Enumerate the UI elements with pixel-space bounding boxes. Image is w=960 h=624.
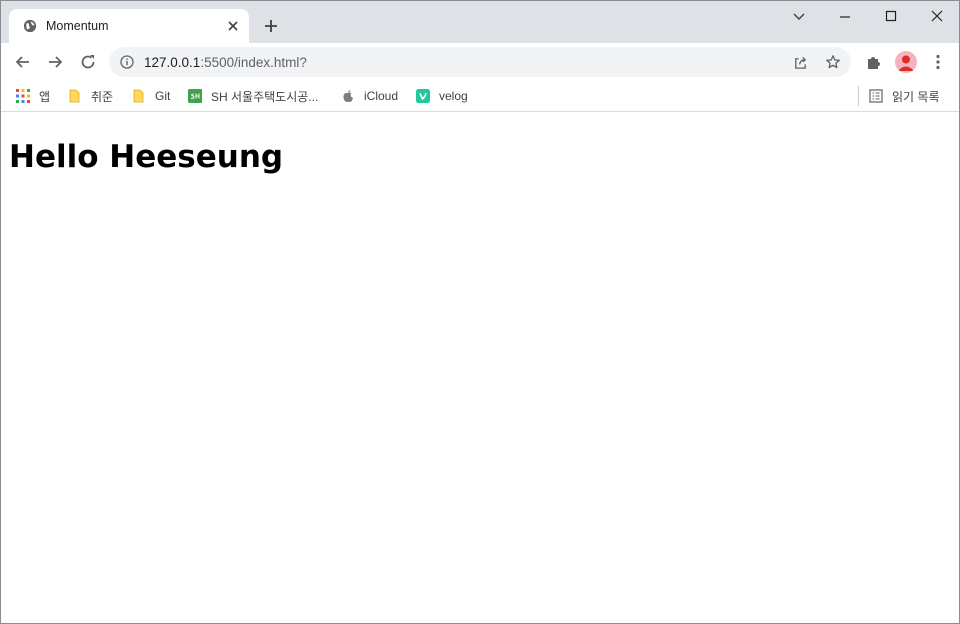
profile-avatar[interactable] — [895, 51, 917, 73]
sh-logo-icon — [188, 89, 202, 103]
page-viewport: Hello Heeseung — [1, 113, 959, 623]
bookmark-label: velog — [439, 89, 468, 103]
tab-momentum[interactable]: Momentum — [9, 9, 249, 43]
browser-window: Momentum 127.0.0.1:5500/index.html? 앱 취준… — [0, 0, 960, 624]
share-icon[interactable] — [793, 55, 808, 70]
globe-icon — [23, 19, 37, 33]
bookmarks-divider — [858, 86, 859, 106]
toolbar: 127.0.0.1:5500/index.html? — [1, 43, 959, 81]
bookmark-label: SH 서울주택도시공... — [211, 89, 319, 104]
address-bar[interactable]: 127.0.0.1:5500/index.html? — [109, 47, 851, 77]
url-text[interactable]: 127.0.0.1:5500/index.html? — [144, 55, 307, 70]
bookmark-apps[interactable]: 앱 — [16, 85, 50, 107]
velog-icon — [416, 89, 430, 103]
bookmark-label: iCloud — [364, 89, 399, 103]
bookmark-label: Git — [155, 89, 171, 103]
bookmark-icloud[interactable]: iCloud — [341, 85, 398, 107]
apple-icon — [343, 90, 353, 102]
url-host: 127.0.0.1 — [144, 55, 201, 70]
url-path: :5500/index.html? — [200, 55, 307, 70]
apps-grid-icon — [16, 89, 30, 103]
folder-icon — [133, 89, 144, 103]
close-icon[interactable] — [227, 20, 239, 32]
folder-icon — [69, 89, 80, 103]
bookmark-velog[interactable]: velog — [416, 85, 468, 107]
page-heading: Hello Heeseung — [9, 139, 284, 175]
bookmark-folder-chwijun[interactable]: 취준 — [68, 85, 113, 107]
reading-list-icon — [869, 89, 883, 103]
info-icon[interactable] — [120, 55, 134, 69]
person-icon — [898, 55, 914, 71]
bookmark-sh[interactable]: SH 서울주택도시공... — [188, 85, 318, 107]
tab-search-chevron-icon[interactable] — [789, 7, 809, 27]
bookmark-star-icon[interactable] — [825, 54, 841, 70]
bookmark-label: 취준 — [91, 89, 114, 104]
tab-title: Momentum — [46, 19, 109, 33]
new-tab-button[interactable] — [262, 17, 280, 35]
bookmark-folder-git[interactable]: Git — [132, 85, 170, 107]
reading-list-label: 읽기 목록 — [892, 89, 940, 104]
tab-strip: Momentum — [1, 1, 959, 43]
bookmarks-bar: 앱 취준 Git SH 서울주택도시공... iCloud velog 읽기 목… — [1, 81, 959, 112]
maximize-button[interactable] — [881, 7, 901, 27]
minimize-button[interactable] — [835, 7, 855, 27]
close-window-button[interactable] — [927, 7, 947, 27]
reading-list-button[interactable]: 읽기 목록 — [869, 85, 940, 107]
forward-arrow-icon[interactable] — [45, 52, 65, 72]
extensions-puzzle-icon[interactable] — [865, 53, 883, 71]
reload-icon[interactable] — [78, 52, 98, 72]
more-menu-icon[interactable] — [929, 53, 947, 71]
back-arrow-icon[interactable] — [13, 52, 33, 72]
bookmark-label: 앱 — [39, 89, 51, 104]
